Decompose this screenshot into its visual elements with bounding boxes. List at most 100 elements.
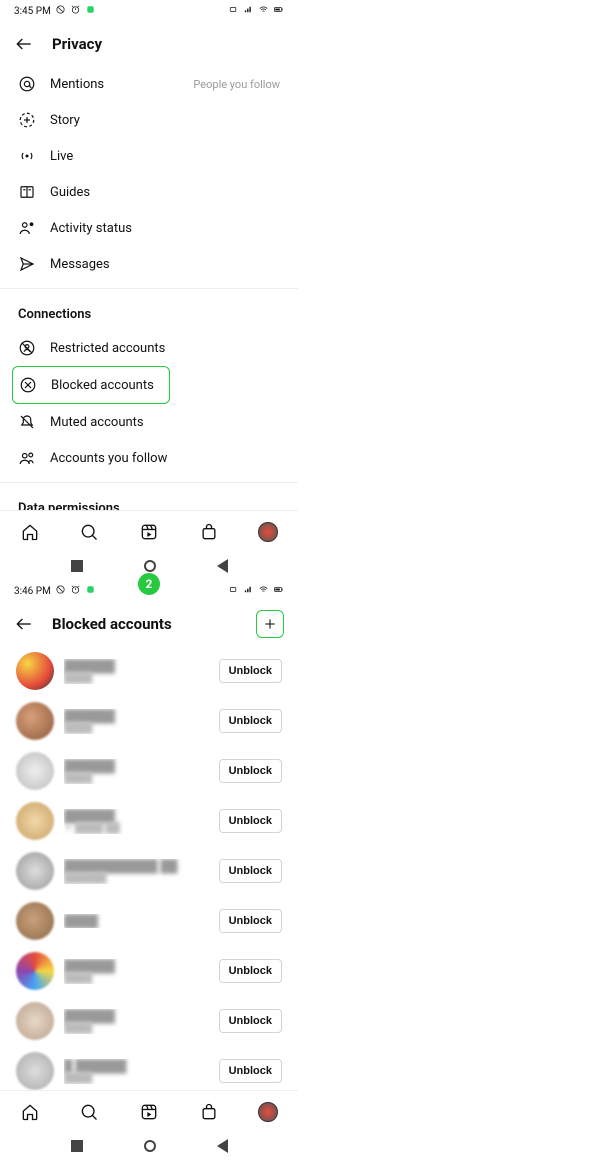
step-badge: 2 (138, 573, 160, 595)
menu-live[interactable]: Live (0, 138, 298, 174)
menu-restricted-accounts[interactable]: Restricted accounts (0, 330, 298, 366)
menu-label: Mentions (50, 77, 104, 92)
blocked-info: ██████ ✦ ████ ██ (64, 809, 209, 834)
dnd-icon (55, 4, 66, 18)
unblock-button[interactable]: Unblock (219, 1009, 282, 1033)
sys-back[interactable] (217, 559, 228, 573)
menu-label: Activity status (50, 221, 132, 236)
blocked-row[interactable]: ██████ ████ Unblock (0, 696, 298, 746)
section-connections: Connections (0, 295, 298, 330)
blocked-subtext: ✦ ████ ██ (64, 823, 209, 834)
blocked-row[interactable]: ███████████ ██ ██████ Unblock (0, 846, 298, 896)
avatar[interactable] (16, 702, 54, 740)
menu-messages[interactable]: Messages (0, 246, 298, 282)
blocked-username: ███████████ ██ (64, 859, 209, 873)
blocked-info: ██████ ████ (64, 1009, 209, 1034)
avatar[interactable] (16, 902, 54, 940)
section-data-permissions: Data permissions (0, 489, 298, 510)
blocked-row[interactable]: ██████ ████ Unblock (0, 746, 298, 796)
nav-shop[interactable] (199, 522, 219, 542)
page-title: Privacy (52, 35, 102, 53)
blocked-row[interactable]: █ ██████ ████ Unblock (0, 1046, 298, 1090)
unblock-button[interactable]: Unblock (219, 959, 282, 983)
blocked-list: ██████ ████ Unblock ██████ ████ Unblock … (0, 646, 298, 1090)
blocked-username: ██████ (64, 709, 209, 723)
privacy-header: Privacy (0, 22, 298, 66)
whatsapp-icon (85, 584, 96, 598)
avatar[interactable] (16, 852, 54, 890)
sys-home[interactable] (144, 1140, 156, 1152)
status-time: 3:45 PM (14, 6, 51, 17)
blocked-subtext: ██████ (64, 873, 209, 884)
blocked-row[interactable]: ██████ ✦ ████ ██ Unblock (0, 796, 298, 846)
muted-icon (18, 413, 36, 431)
blocked-info: ████ (64, 914, 209, 928)
unblock-button[interactable]: Unblock (219, 759, 282, 783)
menu-label: Blocked accounts (51, 378, 154, 393)
volte-icon (228, 4, 239, 18)
blocked-info: ███████████ ██ ██████ (64, 859, 209, 884)
alarm-icon (70, 584, 81, 598)
menu-blocked-accounts[interactable]: Blocked accounts (12, 366, 170, 404)
unblock-button[interactable]: Unblock (219, 709, 282, 733)
restricted-icon (18, 339, 36, 357)
nav-reels[interactable] (139, 1102, 159, 1122)
avatar[interactable] (16, 802, 54, 840)
status-bar: 3:45 PM (0, 0, 298, 22)
nav-reels[interactable] (139, 522, 159, 542)
add-blocked-button[interactable] (256, 610, 284, 638)
blocked-row[interactable]: ██████ ████ Unblock (0, 646, 298, 696)
blocked-subtext: ████ (64, 1023, 209, 1034)
blocked-subtext: ████ (64, 673, 209, 684)
blocked-row[interactable]: ████ Unblock (0, 896, 298, 946)
menu-activity-status[interactable]: Activity status (0, 210, 298, 246)
back-button[interactable] (14, 34, 34, 54)
nav-profile[interactable] (258, 522, 278, 542)
nav-search[interactable] (79, 1102, 99, 1122)
bottom-nav (0, 1090, 298, 1132)
menu-story[interactable]: Story (0, 102, 298, 138)
blocked-info: ██████ ████ (64, 709, 209, 734)
signal-icon (243, 584, 254, 598)
blocked-username: ████ (64, 914, 209, 928)
back-button[interactable] (14, 614, 34, 634)
nav-home[interactable] (20, 1102, 40, 1122)
unblock-button[interactable]: Unblock (219, 909, 282, 933)
sys-recent[interactable] (71, 1140, 83, 1152)
unblock-button[interactable]: Unblock (219, 809, 282, 833)
sys-back[interactable] (217, 1139, 228, 1153)
unblock-button[interactable]: Unblock (219, 659, 282, 683)
page-title: Blocked accounts (52, 615, 172, 633)
nav-profile[interactable] (258, 1102, 278, 1122)
blocked-accounts-screen: 2 3:46 PM Blocked accounts (0, 580, 298, 1160)
menu-guides[interactable]: Guides (0, 174, 298, 210)
avatar[interactable] (16, 952, 54, 990)
signal-icon (243, 4, 254, 18)
separator (0, 288, 298, 289)
privacy-screen: 3:45 PM Privacy Mentions People y (0, 0, 298, 580)
avatar[interactable] (16, 752, 54, 790)
blocked-username: ██████ (64, 759, 209, 773)
menu-mentions[interactable]: Mentions People you follow (0, 66, 298, 102)
unblock-button[interactable]: Unblock (219, 1059, 282, 1083)
blocked-username: ██████ (64, 659, 209, 673)
blocked-row[interactable]: ██████ ████ Unblock (0, 996, 298, 1046)
wifi-icon (258, 584, 269, 598)
sys-recent[interactable] (71, 560, 83, 572)
unblock-button[interactable]: Unblock (219, 859, 282, 883)
nav-home[interactable] (20, 522, 40, 542)
status-time: 3:46 PM (14, 586, 51, 597)
activity-icon (18, 219, 36, 237)
dnd-icon (55, 584, 66, 598)
blocked-row[interactable]: ██████ ████ Unblock (0, 946, 298, 996)
menu-muted-accounts[interactable]: Muted accounts (0, 404, 298, 440)
guides-icon (18, 183, 36, 201)
avatar[interactable] (16, 1052, 54, 1090)
nav-search[interactable] (79, 522, 99, 542)
alarm-icon (70, 4, 81, 18)
sys-home[interactable] (144, 560, 156, 572)
avatar[interactable] (16, 1002, 54, 1040)
avatar[interactable] (16, 652, 54, 690)
nav-shop[interactable] (199, 1102, 219, 1122)
menu-accounts-you-follow[interactable]: Accounts you follow (0, 440, 298, 476)
